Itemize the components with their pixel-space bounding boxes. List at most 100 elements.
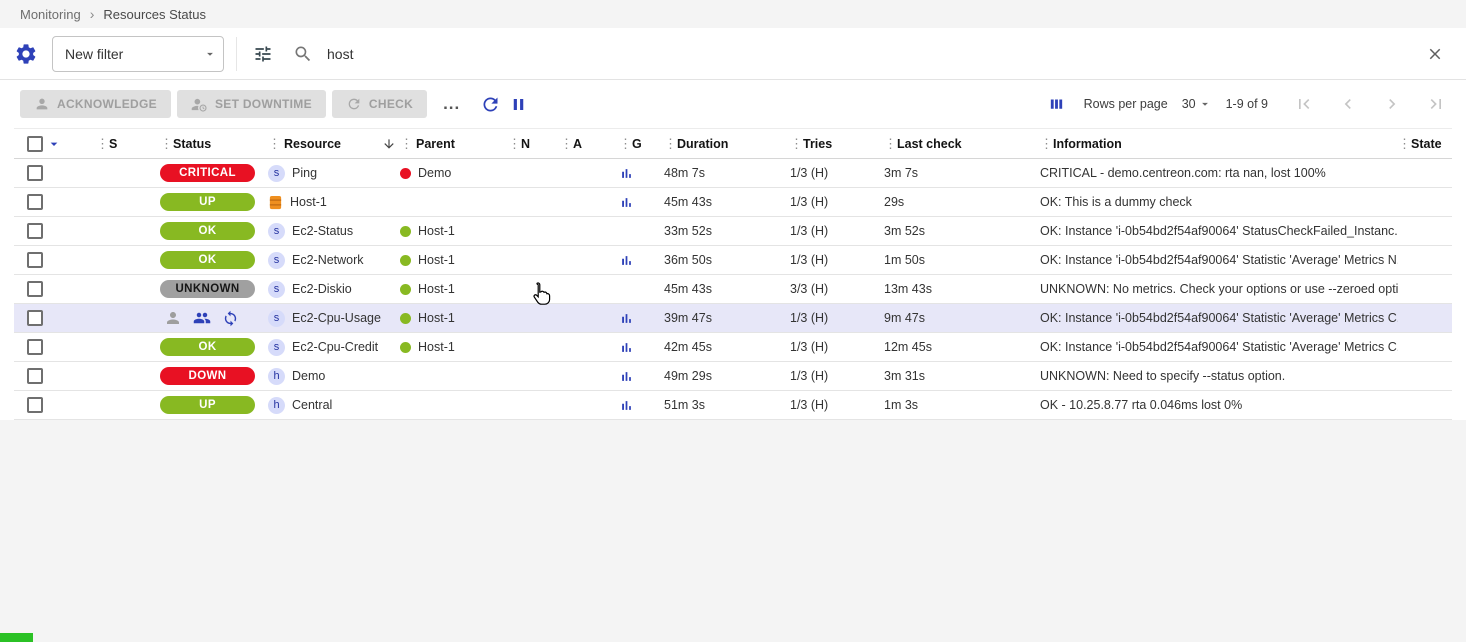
duration-value: 39m 47s	[664, 311, 712, 325]
row-checkbox[interactable]	[27, 194, 43, 210]
column-header-information[interactable]: ⋮Information	[1040, 129, 1398, 158]
graph-icon[interactable]	[619, 311, 634, 326]
column-header-duration[interactable]: ⋮Duration	[664, 129, 790, 158]
screen-corner-artifact	[0, 633, 33, 642]
drag-handle-icon[interactable]: ⋮	[160, 136, 169, 152]
graph-icon[interactable]	[619, 369, 634, 384]
set-downtime-button[interactable]: SET DOWNTIME	[177, 90, 326, 118]
columns-settings-button[interactable]	[1043, 92, 1070, 117]
graph-icon[interactable]	[619, 166, 634, 181]
status-chip[interactable]: OK	[160, 251, 255, 269]
status-chip[interactable]: OK	[160, 338, 255, 356]
row-checkbox[interactable]	[27, 252, 43, 268]
graph-icon[interactable]	[619, 195, 634, 210]
drag-handle-icon[interactable]: ⋮	[400, 136, 409, 152]
acknowledge-button[interactable]: ACKNOWLEDGE	[20, 90, 171, 118]
row-checkbox[interactable]	[27, 310, 43, 326]
drag-handle-icon[interactable]: ⋮	[1040, 136, 1049, 152]
column-header-resource[interactable]: ⋮Resource	[268, 129, 400, 158]
row-checkbox[interactable]	[27, 368, 43, 384]
columns-icon	[1047, 96, 1066, 113]
pause-autorefresh-button[interactable]	[505, 91, 532, 118]
filter-bar: New filter	[0, 28, 1466, 80]
breadcrumb-monitoring[interactable]: Monitoring	[20, 7, 81, 22]
last-page-button[interactable]	[1426, 94, 1446, 114]
status-chip[interactable]: DOWN	[160, 367, 255, 385]
drag-handle-icon[interactable]: ⋮	[560, 136, 569, 152]
people-icon[interactable]	[193, 309, 211, 327]
column-header-parent[interactable]: ⋮Parent	[400, 129, 508, 158]
status-chip[interactable]: CRITICAL	[160, 164, 255, 182]
table-row[interactable]: OKsEc2-NetworkHost-136m 50s1/3 (H)1m 50s…	[14, 246, 1452, 275]
drag-handle-icon[interactable]: ⋮	[884, 136, 893, 152]
table-row[interactable]: UNKNOWNsEc2-DiskioHost-145m 43s3/3 (H)13…	[14, 275, 1452, 304]
column-header-g[interactable]: ⋮G	[612, 129, 664, 158]
first-page-button[interactable]	[1294, 94, 1314, 114]
drag-handle-icon[interactable]: ⋮	[96, 136, 105, 152]
column-header-last-check[interactable]: ⋮Last check	[884, 129, 1040, 158]
column-header-a[interactable]: ⋮A	[560, 129, 612, 158]
clear-search-button[interactable]	[1422, 41, 1448, 67]
table-row[interactable]: UPHost-145m 43s1/3 (H)29sOK: This is a d…	[14, 188, 1452, 217]
row-checkbox[interactable]	[27, 397, 43, 413]
breadcrumb-resources-status[interactable]: Resources Status	[103, 7, 206, 22]
row-checkbox[interactable]	[27, 339, 43, 355]
status-chip[interactable]: UP	[160, 193, 255, 211]
column-header-status[interactable]: ⋮Status	[160, 129, 268, 158]
drag-handle-icon[interactable]: ⋮	[1398, 136, 1407, 152]
parent-name: Host-1	[418, 224, 455, 238]
drag-handle-icon[interactable]: ⋮	[268, 136, 277, 152]
filter-preset-select[interactable]: New filter	[52, 36, 224, 72]
column-header-severity[interactable]: ⋮S	[88, 129, 160, 158]
information-text: OK: Instance 'i-0b54bd2f54af90064' Stati…	[1040, 311, 1398, 325]
chevron-left-icon	[1338, 94, 1358, 114]
status-chip[interactable]: UNKNOWN	[160, 280, 255, 298]
status-chip[interactable]: UP	[160, 396, 255, 414]
column-header-tries[interactable]: ⋮Tries	[790, 129, 884, 158]
person-icon[interactable]	[164, 309, 182, 327]
table-row[interactable]: sEc2-Cpu-UsageHost-139m 47s1/3 (H)9m 47s…	[14, 304, 1452, 333]
row-checkbox[interactable]	[27, 223, 43, 239]
drag-handle-icon[interactable]: ⋮	[619, 136, 628, 152]
table-row[interactable]: CRITICALsPingDemo48m 7s1/3 (H)3m 7sCRITI…	[14, 159, 1452, 188]
status-chip[interactable]: OK	[160, 222, 255, 240]
duration-value: 45m 43s	[664, 282, 712, 296]
table-row[interactable]: UPhCentral51m 3s1/3 (H)1m 3sOK - 10.25.8…	[14, 391, 1452, 420]
parent-name: Host-1	[418, 253, 455, 267]
set-downtime-label: SET DOWNTIME	[215, 97, 312, 111]
selection-menu-caret-icon[interactable]	[46, 136, 62, 152]
row-checkbox[interactable]	[27, 281, 43, 297]
rows-per-page-select[interactable]: 30	[1182, 97, 1212, 111]
rows-per-page-value: 30	[1182, 97, 1196, 111]
drag-handle-icon[interactable]: ⋮	[790, 136, 799, 152]
tries-value: 1/3 (H)	[790, 311, 828, 325]
last-check-value: 3m 7s	[884, 166, 918, 180]
more-actions-button[interactable]: ...	[439, 95, 464, 113]
advanced-filter-button[interactable]	[249, 40, 277, 68]
search-input[interactable]	[327, 46, 1422, 62]
column-header-state[interactable]: ⋮State	[1398, 129, 1452, 158]
graph-icon[interactable]	[619, 253, 634, 268]
graph-icon[interactable]	[619, 398, 634, 413]
graph-icon[interactable]	[619, 340, 634, 355]
table-row[interactable]: OKsEc2-Cpu-CreditHost-142m 45s1/3 (H)12m…	[14, 333, 1452, 362]
service-type-icon: s	[268, 223, 285, 240]
column-header-n[interactable]: ⋮N	[508, 129, 560, 158]
filter-settings-button[interactable]	[10, 38, 42, 70]
sync-icon[interactable]	[222, 310, 239, 327]
tries-value: 1/3 (H)	[790, 195, 828, 209]
table-row[interactable]: DOWNhDemo49m 29s1/3 (H)3m 31sUNKNOWN: Ne…	[14, 362, 1452, 391]
information-text: UNKNOWN: No metrics. Check your options …	[1040, 282, 1398, 296]
row-checkbox[interactable]	[27, 165, 43, 181]
drag-handle-icon[interactable]: ⋮	[664, 136, 673, 152]
filter-preset-label: New filter	[65, 46, 123, 62]
previous-page-button[interactable]	[1338, 94, 1358, 114]
next-page-button[interactable]	[1382, 94, 1402, 114]
refresh-list-button[interactable]	[476, 90, 505, 119]
drag-handle-icon[interactable]: ⋮	[508, 136, 517, 152]
table-row[interactable]: OKsEc2-StatusHost-133m 52s1/3 (H)3m 52sO…	[14, 217, 1452, 246]
select-all-checkbox[interactable]	[27, 136, 43, 152]
check-button[interactable]: CHECK	[332, 90, 427, 118]
duration-value: 45m 43s	[664, 195, 712, 209]
parent-status-dot	[400, 168, 411, 179]
